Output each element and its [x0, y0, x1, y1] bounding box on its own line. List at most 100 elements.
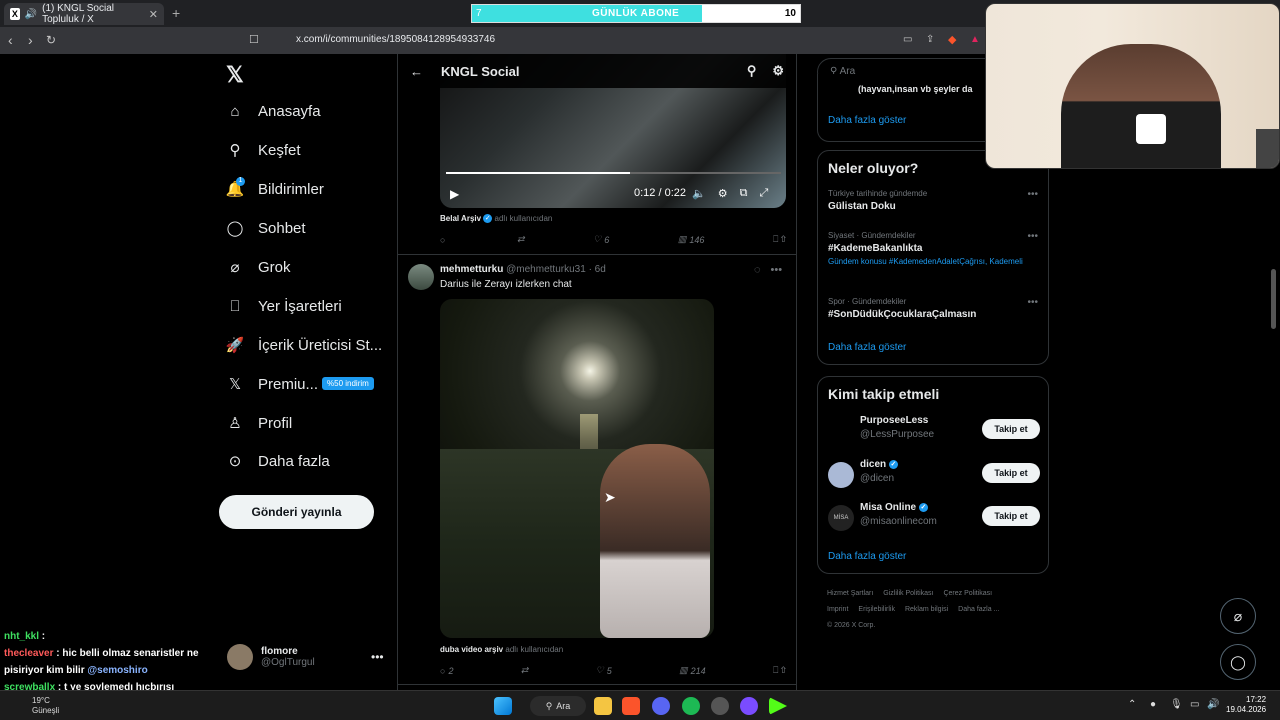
- account-switcher[interactable]: flomore @OglTurgul: [227, 644, 315, 670]
- microphone-icon[interactable]: 🎙: [1170, 699, 1183, 710]
- back-arrow-icon[interactable]: ←: [410, 64, 423, 79]
- back-icon[interactable]: ‹: [8, 32, 13, 48]
- tray-chevron-icon[interactable]: ⌃: [1128, 699, 1136, 710]
- volume-icon[interactable]: 🔈: [692, 187, 706, 200]
- author-handle[interactable]: @mehmetturku31: [506, 264, 586, 275]
- source-name[interactable]: duba video arşiv: [440, 645, 503, 654]
- windows-start-icon[interactable]: [494, 697, 512, 715]
- more-icon[interactable]: •••: [1027, 297, 1038, 308]
- weather-widget[interactable]: 19°C Güneşli: [32, 696, 59, 716]
- tray-app-icon[interactable]: ●: [1150, 699, 1156, 710]
- footer-link[interactable]: Hizmet Şartları: [827, 590, 873, 597]
- repost-button[interactable]: ⇄: [521, 665, 529, 676]
- speaker-icon[interactable]: 🔊: [1207, 699, 1219, 710]
- show-more-link[interactable]: Daha fazla göster: [828, 551, 906, 562]
- sidebar-item-grok[interactable]: ⌀ Grok: [226, 258, 290, 277]
- author-name[interactable]: mehmetturku: [440, 264, 503, 275]
- show-more-link[interactable]: Daha fazla göster: [828, 115, 906, 126]
- network-icon[interactable]: ▭: [1190, 699, 1199, 710]
- video-source[interactable]: Belal Arşiv ✓ adlı kullanıcıdan: [440, 214, 552, 224]
- new-tab-button[interactable]: +: [172, 5, 180, 21]
- app-icon[interactable]: [740, 697, 758, 715]
- like-button[interactable]: ♡ 6: [593, 234, 609, 245]
- sidebar-item-sohbet[interactable]: ◯ Sohbet: [226, 219, 306, 238]
- views-button[interactable]: ▥ 214: [679, 665, 706, 676]
- reload-icon[interactable]: ↻: [46, 33, 56, 47]
- more-icon[interactable]: •••: [1027, 231, 1038, 242]
- post-time[interactable]: · 6d: [589, 264, 606, 275]
- follow-suggestion[interactable]: PurposeeLess @LessPurposee Takip et: [828, 415, 1040, 447]
- post-image[interactable]: ➤: [440, 299, 714, 638]
- close-tab-icon[interactable]: ✕: [149, 8, 158, 21]
- cast-icon[interactable]: ▭: [903, 34, 912, 45]
- browser-tab[interactable]: X 🔊 (1) KNGL Social Topluluk / X ✕: [4, 3, 164, 25]
- follow-button[interactable]: Takip et: [982, 419, 1040, 439]
- fullscreen-icon[interactable]: ⤢: [759, 187, 768, 200]
- follow-button[interactable]: Takip et: [982, 506, 1040, 526]
- kick-icon[interactable]: [769, 697, 787, 715]
- rewards-icon[interactable]: ▲: [970, 34, 980, 45]
- pip-icon[interactable]: ⧉: [740, 187, 748, 200]
- source-name[interactable]: Belal Arşiv: [440, 214, 481, 223]
- chat-icon[interactable]: ◯: [1220, 644, 1256, 680]
- trend-item[interactable]: Türkiye tarihinde gündemde Gülistan Doku •…: [828, 189, 1038, 212]
- show-more-link[interactable]: Daha fazla göster: [828, 342, 906, 353]
- footer-link[interactable]: Imprint: [827, 606, 848, 613]
- steam-icon[interactable]: [711, 697, 729, 715]
- footer-link[interactable]: Gizlilik Politikası: [883, 590, 933, 597]
- bookmark-page-icon[interactable]: ☐: [249, 33, 259, 46]
- more-icon[interactable]: •••: [771, 264, 783, 276]
- post-button[interactable]: Gönderi yayınla: [219, 495, 374, 529]
- bookmark-button[interactable]: ⎕ ⇧: [773, 234, 786, 245]
- repost-button[interactable]: ⇄: [517, 234, 525, 245]
- sidebar-item-bildirimler[interactable]: 🔔 1 Bildirimler: [226, 177, 324, 198]
- footer-link[interactable]: Çerez Politikası: [943, 590, 992, 597]
- trend-item[interactable]: Spor · Gündemdekiler #SonDüdükÇocuklaraÇa…: [828, 297, 1038, 320]
- sidebar-item-profil[interactable]: ♙ Profil: [226, 414, 292, 433]
- brave-shield-icon[interactable]: ◆: [948, 33, 956, 46]
- follow-suggestion[interactable]: MİSA Misa Online ✓ @misaonlinecom Takip et: [828, 502, 1040, 534]
- x-logo-icon[interactable]: 𝕏: [226, 62, 244, 88]
- tab-audio-icon[interactable]: 🔊: [25, 9, 37, 20]
- play-icon[interactable]: ▶: [450, 187, 459, 201]
- bookmark-button[interactable]: ⎕ ⇧: [773, 665, 786, 676]
- follow-suggestion[interactable]: dicen ✓ @dicen Takip et: [828, 459, 1040, 491]
- footer-link[interactable]: Daha fazla ...: [958, 606, 999, 613]
- sidebar-item-keşfet[interactable]: ⚲ Keşfet: [226, 141, 301, 160]
- gear-icon[interactable]: ⚙: [772, 63, 784, 79]
- sidebar-item-yer-i-şaretleri[interactable]: ⎕ Yer İşaretleri: [226, 297, 341, 315]
- settings-icon[interactable]: ⚙: [718, 187, 728, 200]
- video-source[interactable]: duba video arşiv adlı kullanıcıdan: [440, 645, 563, 654]
- discord-icon[interactable]: [652, 697, 670, 715]
- grok-icon[interactable]: ⌀: [1220, 598, 1256, 634]
- reply-button[interactable]: ○: [440, 234, 448, 245]
- avatar[interactable]: [408, 264, 434, 290]
- sidebar-item-premiu[interactable]: 𝕏 Premiu...: [226, 375, 318, 394]
- footer-link[interactable]: © 2026 X Corp.: [827, 622, 875, 629]
- footer-link[interactable]: Reklam bilgisi: [905, 606, 948, 613]
- footer-link[interactable]: Erişilebilirlik: [858, 606, 895, 613]
- sidebar-item-daha-fazla[interactable]: ⊙ Daha fazla: [226, 452, 330, 471]
- address-bar[interactable]: x.com/i/communities/1895084128954933746: [270, 31, 990, 50]
- brave-icon[interactable]: [622, 697, 640, 715]
- account-more-icon[interactable]: •••: [371, 650, 384, 664]
- follow-button[interactable]: Takip et: [982, 463, 1040, 483]
- trend-item[interactable]: Siyaset · Gündemdekiler #KademeBakanlıkta…: [828, 231, 1038, 266]
- sidebar-item-anasayfa[interactable]: ⌂ Anasayfa: [226, 102, 320, 120]
- file-explorer-icon[interactable]: [594, 697, 612, 715]
- more-icon[interactable]: •••: [1027, 189, 1038, 200]
- share-icon[interactable]: ⇪: [926, 34, 934, 45]
- avatar: MİSA: [828, 505, 854, 531]
- views-button[interactable]: ▥ 146: [678, 234, 705, 245]
- reply-button[interactable]: ○ 2: [440, 665, 453, 676]
- scrollbar[interactable]: [1271, 269, 1276, 329]
- clock[interactable]: 17:22 19.04.2026: [1226, 695, 1266, 715]
- grok-icon[interactable]: ◌: [754, 264, 761, 276]
- like-button[interactable]: ♡ 5: [596, 665, 612, 676]
- sidebar-item-i-çerik-üreticisi-st[interactable]: 🚀 İçerik Üreticisi St...: [225, 336, 383, 355]
- forward-icon[interactable]: ›: [28, 32, 33, 48]
- search-icon[interactable]: ⚲: [747, 63, 757, 79]
- taskbar-search[interactable]: ⚲ Ara: [530, 696, 586, 716]
- spotify-icon[interactable]: [682, 697, 700, 715]
- rocket-icon: 🚀: [225, 337, 245, 354]
